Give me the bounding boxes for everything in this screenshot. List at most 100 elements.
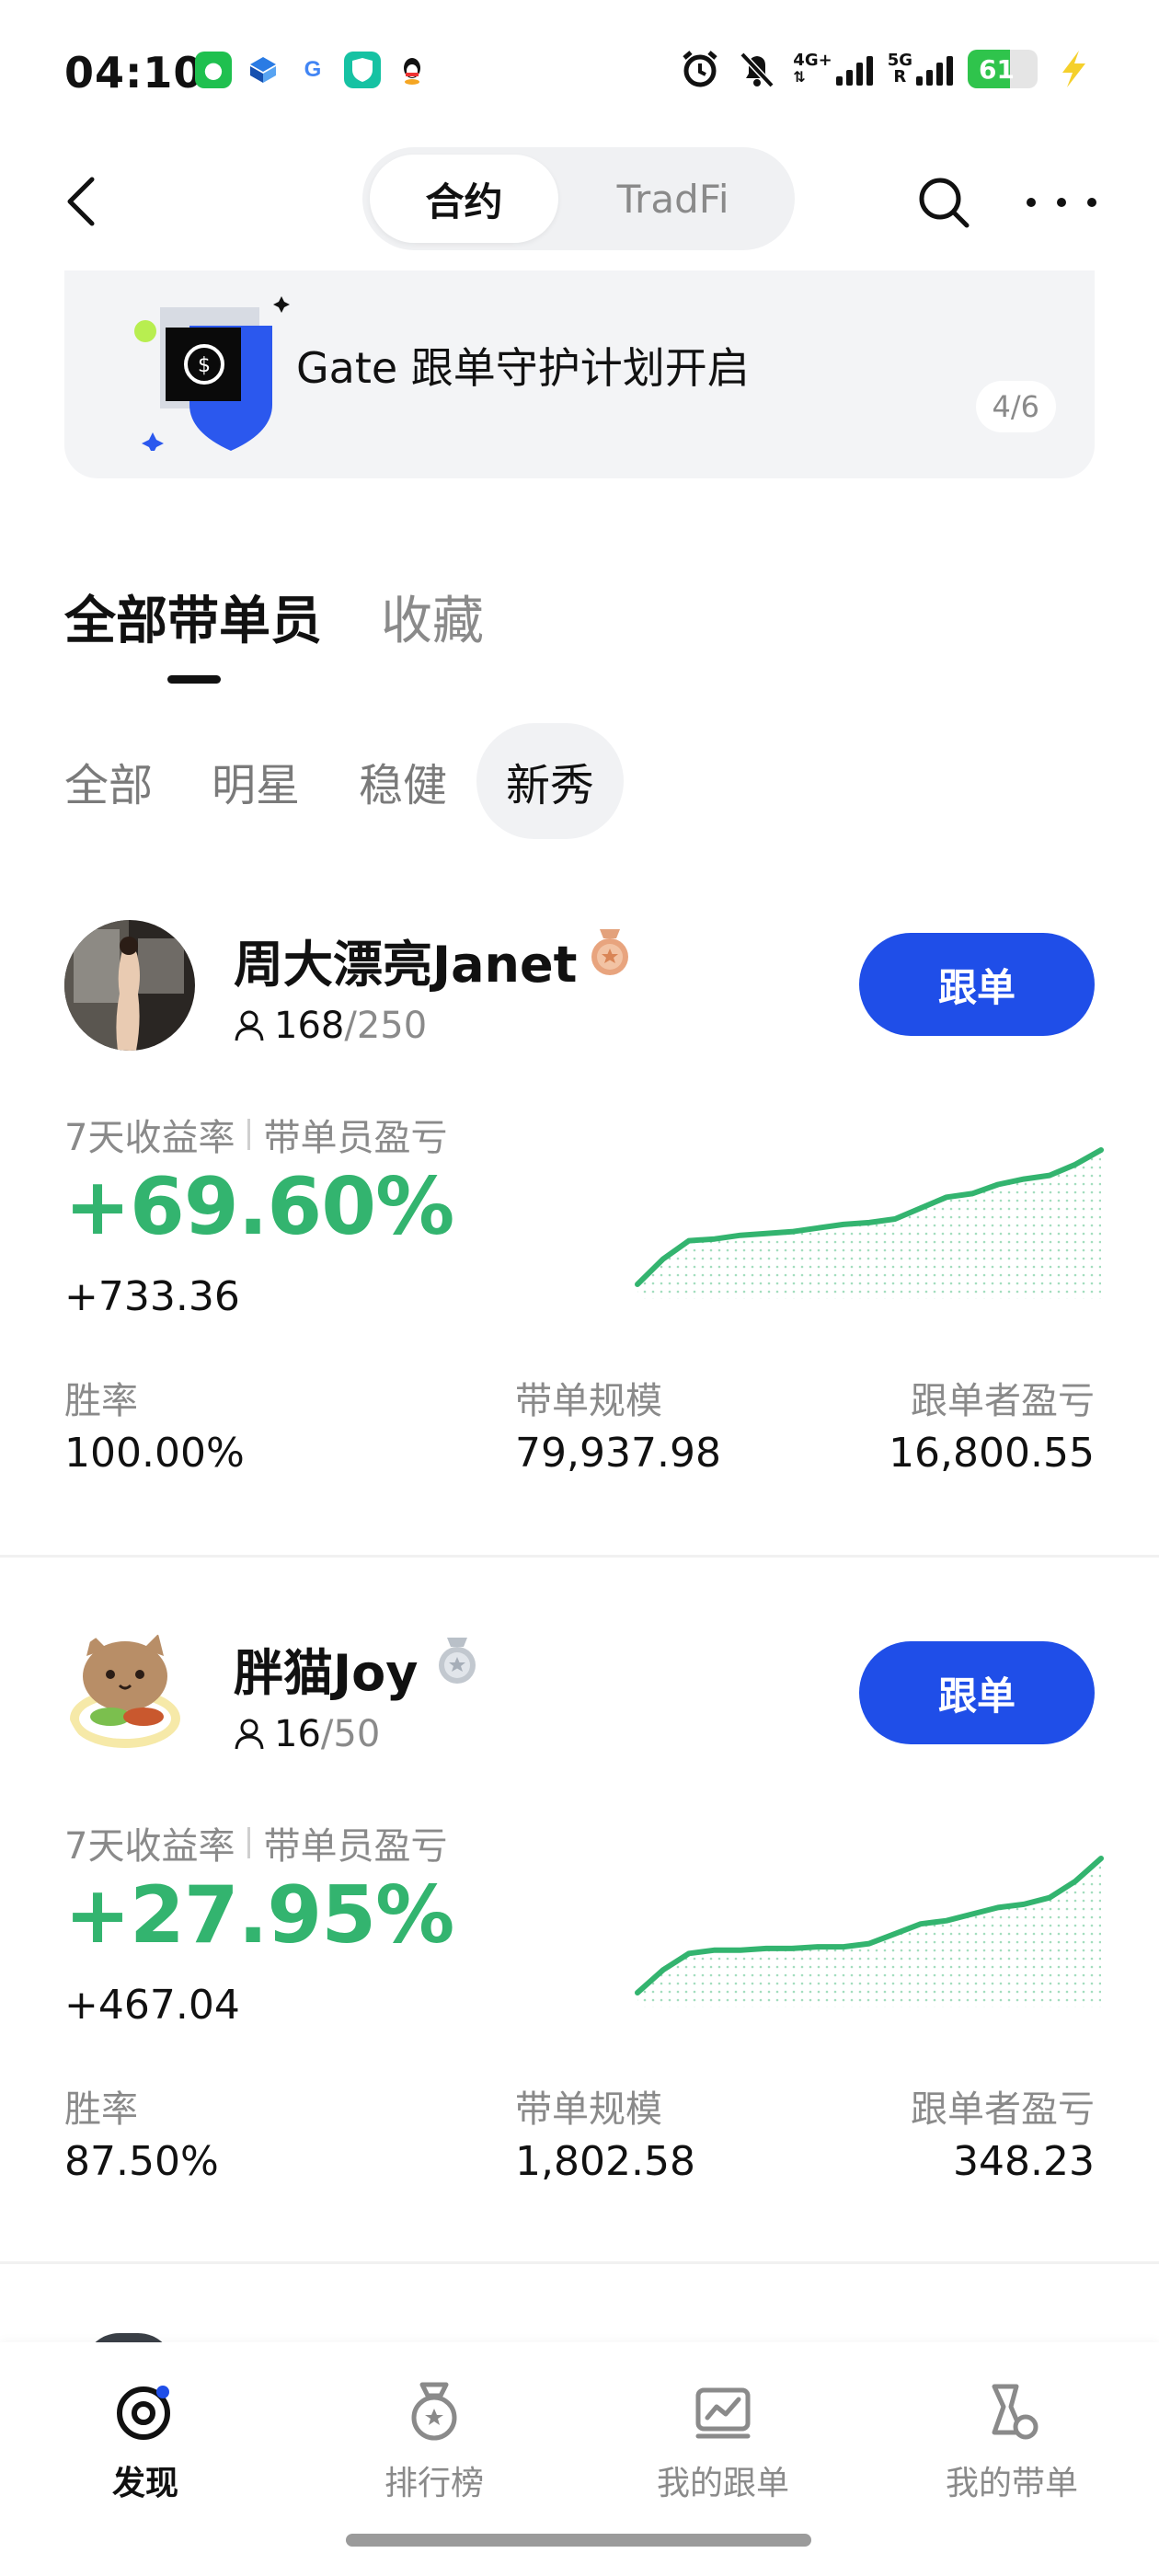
follower-max: /50 xyxy=(320,1713,381,1755)
avatar[interactable] xyxy=(64,920,195,1051)
nav-my-copy-trades[interactable]: 我的跟单 xyxy=(613,2379,833,2504)
nav-discover[interactable]: 发现 xyxy=(35,2379,256,2504)
roaming-indicator: R xyxy=(893,67,907,86)
alarm-icon xyxy=(679,48,721,90)
cube-app-icon xyxy=(245,52,281,88)
silver-medal-icon xyxy=(439,1638,476,1684)
roi-label: 7天收益率 xyxy=(64,1117,235,1159)
svg-text:$: $ xyxy=(198,354,211,377)
search-icon xyxy=(919,178,970,228)
notification-icons: ● G xyxy=(195,52,430,88)
filter-all[interactable]: 全部 xyxy=(64,723,182,839)
signal-bars-1 xyxy=(835,54,873,86)
trader-pnl-value: +733.36 xyxy=(64,1273,240,1320)
win-rate-value: 100.00% xyxy=(64,1430,245,1477)
nav-my-lead-trades-label: 我的带单 xyxy=(945,2465,1078,2502)
aum-stat: 带单规模 79,937.98 xyxy=(515,1371,721,1477)
roi-sparkline xyxy=(635,1147,1104,1299)
pnl-label: 带单员盈亏 xyxy=(263,1117,448,1159)
aum-label: 带单规模 xyxy=(515,2088,662,2131)
tab-all-traders[interactable]: 全部带单员 xyxy=(64,580,322,654)
top-header: 合约 TradFi xyxy=(0,147,1159,258)
follower-pnl-value: 348.23 xyxy=(953,2138,1095,2185)
my-lead-trades-icon xyxy=(992,2384,1039,2440)
nav-my-copy-trades-label: 我的跟单 xyxy=(656,2465,789,2502)
status-bar: 04:10 ● G 4G+ ⇅ 5G R 61 xyxy=(0,0,1159,138)
label-divider xyxy=(247,1827,251,1858)
battery-indicator: 61 xyxy=(968,50,1038,88)
search-button[interactable] xyxy=(916,175,971,230)
card-divider xyxy=(0,2261,1159,2264)
tab-tradfi[interactable]: TradFi xyxy=(558,155,787,243)
follower-count: 16/50 xyxy=(234,1713,380,1755)
roi-label-row: 7天收益率 带单员盈亏 xyxy=(64,1816,447,1869)
tab-favorites[interactable]: 收藏 xyxy=(381,580,484,654)
more-dot-icon xyxy=(1027,198,1036,207)
nav-my-lead-trades[interactable]: 我的带单 xyxy=(901,2379,1122,2504)
signal-bars-2 xyxy=(916,54,953,86)
roi-value: +69.60% xyxy=(64,1161,454,1253)
status-time: 04:10 xyxy=(64,48,204,98)
roi-sparkline xyxy=(635,1856,1104,2007)
follower-current: 16 xyxy=(274,1713,321,1755)
filter-star[interactable]: 明星 xyxy=(182,723,329,839)
aum-value: 1,802.58 xyxy=(515,2138,695,2185)
follower-pnl-stat: 跟单者盈亏 348.23 xyxy=(911,2079,1095,2185)
bronze-medal-icon xyxy=(591,929,628,975)
card-divider xyxy=(0,1555,1159,1558)
roi-value: +27.95% xyxy=(64,1869,454,1961)
banner-page-indicator: 4/6 xyxy=(975,381,1056,432)
win-rate-stat: 胜率 87.50% xyxy=(64,2079,219,2185)
google-icon: G xyxy=(294,52,331,88)
battery-level: 61 xyxy=(979,53,1015,85)
wechat-icon: ● xyxy=(195,52,232,88)
follower-count: 168/250 xyxy=(234,1005,427,1047)
follower-pnl-label: 跟单者盈亏 xyxy=(911,2088,1095,2131)
follow-button[interactable]: 跟单 xyxy=(859,933,1095,1036)
back-button[interactable] xyxy=(63,169,109,234)
user-icon xyxy=(235,1719,264,1750)
nav-discover-label: 发现 xyxy=(111,2465,178,2502)
mute-bell-icon xyxy=(736,48,778,90)
discover-icon xyxy=(117,2386,170,2440)
filter-steady[interactable]: 稳健 xyxy=(329,723,476,839)
follower-pnl-stat: 跟单者盈亏 16,800.55 xyxy=(889,1371,1095,1477)
active-tab-indicator xyxy=(167,675,221,684)
win-rate-value: 87.50% xyxy=(64,2138,219,2185)
more-dot-icon xyxy=(1087,198,1096,207)
trader-tabs: 全部带单员 收藏 xyxy=(64,580,484,654)
aum-stat: 带单规模 1,802.58 xyxy=(515,2079,695,2185)
follower-max: /250 xyxy=(344,1005,428,1047)
follower-pnl-label: 跟单者盈亏 xyxy=(911,1380,1095,1422)
shield-app-icon xyxy=(344,52,381,88)
trader-card[interactable]: 周大漂亮Janet 168/250 跟单 7天收益率 带单员盈亏 +69.60%… xyxy=(0,920,1159,1619)
trader-name[interactable]: 周大漂亮Janet xyxy=(234,924,577,996)
trader-name[interactable]: 胖猫Joy xyxy=(234,1632,418,1705)
roi-label: 7天收益率 xyxy=(64,1825,235,1868)
win-rate-label: 胜率 xyxy=(64,2088,138,2131)
tab-contracts[interactable]: 合约 xyxy=(370,155,559,243)
trader-filters: 全部 明星 稳健 新秀 xyxy=(64,723,625,839)
follower-current: 168 xyxy=(274,1005,345,1047)
follow-button[interactable]: 跟单 xyxy=(859,1641,1095,1744)
roi-label-row: 7天收益率 带单员盈亏 xyxy=(64,1108,447,1161)
aum-label: 带单规模 xyxy=(515,1380,662,1422)
aum-value: 79,937.98 xyxy=(515,1430,721,1477)
win-rate-label: 胜率 xyxy=(64,1380,138,1422)
promo-banner[interactable]: $ Gate 跟单守护计划开启 4/6 xyxy=(64,270,1095,478)
more-options-button[interactable] xyxy=(1027,175,1096,230)
avatar[interactable] xyxy=(64,1628,195,1759)
nav-ranking[interactable]: 排行榜 xyxy=(324,2379,545,2504)
trader-pnl-value: +467.04 xyxy=(64,1982,240,2029)
win-rate-stat: 胜率 100.00% xyxy=(64,1371,245,1477)
market-segmented-control: 合约 TradFi xyxy=(362,147,795,250)
trader-card[interactable]: 胖猫Joy 16/50 跟单 7天收益率 带单员盈亏 +27.95% +467.… xyxy=(0,1628,1159,2328)
user-icon xyxy=(235,1010,264,1041)
banner-title: Gate 跟单守护计划开启 xyxy=(296,343,750,393)
nav-ranking-label: 排行榜 xyxy=(384,2465,484,2502)
more-dot-icon xyxy=(1057,198,1066,207)
filter-newcomer[interactable]: 新秀 xyxy=(476,723,625,839)
charging-icon xyxy=(1052,48,1095,90)
my-copy-trades-icon xyxy=(695,2387,751,2439)
home-indicator[interactable] xyxy=(346,2534,811,2547)
